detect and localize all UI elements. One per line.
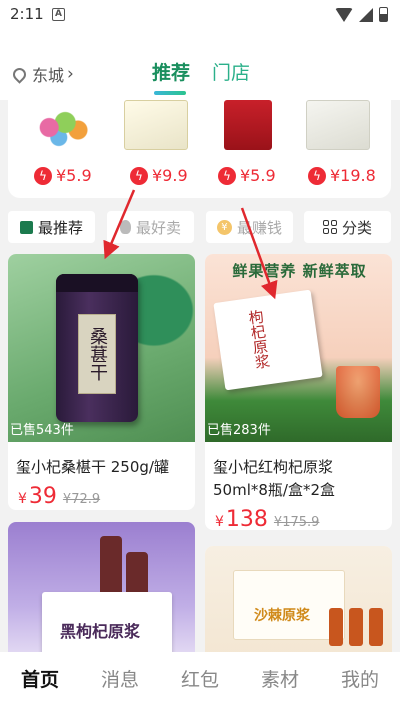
jar-label: 桑葚干 — [78, 314, 116, 394]
filter-most-profit[interactable]: ¥ 最赚钱 — [206, 211, 293, 243]
product-thumbnail — [124, 100, 188, 150]
product-box-text: 沙棘原浆 — [254, 608, 310, 624]
flash-item[interactable]: ϟ ¥5.9 — [22, 100, 102, 185]
nav-home[interactable]: 首页 — [21, 665, 59, 692]
recommend-icon — [19, 220, 33, 234]
product-image: 黑枸杞原浆 — [8, 522, 195, 662]
top-header: 东城 › 推荐 门店 — [0, 30, 400, 100]
product-box-graphic: 枸杞原浆 — [213, 289, 323, 391]
flash-item[interactable]: ϟ ¥19.8 — [298, 100, 378, 185]
bolt-icon: ϟ — [130, 166, 148, 185]
nav-profile[interactable]: 我的 — [341, 665, 379, 692]
grid-icon — [322, 220, 337, 234]
product-thumbnail — [224, 100, 272, 150]
product-card[interactable]: 沙棘原浆 — [205, 546, 392, 662]
nav-materials[interactable]: 素材 — [261, 665, 299, 692]
status-time: 2:11 — [10, 5, 44, 23]
tab-recommend[interactable]: 推荐 — [152, 58, 191, 95]
product-card[interactable]: 鲜果营养 新鲜萃取 枸杞原浆 已售283件 玺小杞红枸杞原浆 50ml*8瓶/盒… — [205, 254, 392, 530]
flash-price: ¥5.9 — [240, 166, 276, 185]
notification-icon: A — [52, 8, 65, 21]
tab-store-label: 门店 — [212, 62, 251, 84]
filter-bar: 最推荐 最好卖 ¥ 最赚钱 分类 — [8, 211, 391, 243]
juice-glass-graphic — [336, 366, 380, 418]
product-image: 沙棘原浆 — [205, 546, 392, 662]
bolt-icon: ϟ — [308, 166, 326, 185]
product-price: ¥ 39 ¥72.9 — [8, 479, 195, 510]
battery-icon — [379, 7, 388, 22]
status-icons — [335, 7, 388, 22]
currency-symbol: ¥ — [215, 514, 224, 530]
currency-symbol: ¥ — [18, 491, 27, 507]
location-selector[interactable]: 东城 › — [10, 62, 74, 86]
product-box-text: 枸杞原浆 — [245, 308, 272, 371]
flash-sale-strip: ϟ ¥5.9 ϟ ¥9.9 ϟ ¥5.9 ϟ ¥19.8 — [8, 100, 391, 198]
flash-price: ¥5.9 — [56, 166, 92, 185]
jar-graphic: 桑葚干 — [56, 274, 138, 422]
flash-price: ¥9.9 — [152, 166, 188, 185]
flash-item[interactable]: ϟ ¥5.9 — [208, 100, 288, 185]
filter-recommend-label: 最推荐 — [37, 218, 83, 237]
product-thumbnail — [30, 100, 94, 150]
location-pin-icon — [10, 64, 29, 84]
image-slogan: 鲜果营养 新鲜萃取 — [232, 262, 367, 280]
price-value: 39 — [28, 484, 57, 509]
filter-most-profit-label: 最赚钱 — [236, 218, 282, 237]
flash-price: ¥19.8 — [330, 166, 376, 185]
nav-red-packet[interactable]: 红包 — [181, 665, 219, 692]
product-thumbnail — [306, 100, 370, 150]
sold-count: 已售283件 — [207, 423, 271, 438]
sold-count: 已售543件 — [10, 423, 74, 438]
status-bar: 2:11 A — [0, 0, 400, 30]
price-value: 138 — [225, 507, 268, 530]
original-price: ¥175.9 — [273, 515, 320, 530]
filter-best-selling-label: 最好卖 — [135, 218, 181, 237]
product-image: 桑葚干 已售543件 — [8, 254, 195, 442]
tab-recommend-label: 推荐 — [152, 62, 191, 84]
product-price: ¥ 138 ¥175.9 — [205, 502, 392, 530]
tab-store[interactable]: 门店 — [212, 58, 250, 85]
nav-messages[interactable]: 消息 — [101, 665, 139, 692]
product-title: 玺小杞桑椹干 250g/罐 — [16, 458, 169, 476]
location-label: 东城 — [32, 66, 65, 85]
filter-recommend[interactable]: 最推荐 — [8, 211, 95, 243]
flash-item[interactable]: ϟ ¥9.9 — [116, 100, 196, 185]
product-title: 玺小杞红枸杞原浆 50ml*8瓶/盒*2盒 — [213, 458, 336, 499]
filter-category-label: 分类 — [341, 218, 372, 237]
bolt-icon: ϟ — [218, 166, 236, 185]
product-box-text: 黑枸杞原浆 — [60, 622, 141, 641]
active-tab-indicator — [154, 91, 186, 95]
product-image: 鲜果营养 新鲜萃取 枸杞原浆 已售283件 — [205, 254, 392, 442]
product-card[interactable]: 黑枸杞原浆 — [8, 522, 195, 662]
bolt-icon: ϟ — [34, 166, 52, 185]
chevron-right-icon: › — [67, 64, 74, 84]
signal-icon — [359, 7, 373, 22]
product-card[interactable]: 桑葚干 已售543件 玺小杞桑椹干 250g/罐 ¥ 39 ¥72.9 — [8, 254, 195, 510]
wifi-icon — [335, 7, 353, 22]
money-icon: ¥ — [216, 219, 232, 235]
filter-category[interactable]: 分类 — [304, 211, 391, 243]
hot-icon — [119, 220, 131, 234]
bottom-nav: 首页 消息 红包 素材 我的 — [0, 652, 400, 710]
original-price: ¥72.9 — [62, 492, 101, 507]
filter-best-selling[interactable]: 最好卖 — [107, 211, 194, 243]
